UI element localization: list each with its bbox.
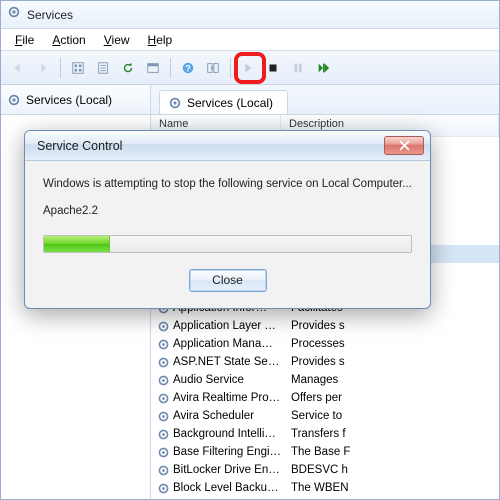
back-button[interactable] — [7, 57, 29, 79]
titlebar: Services — [1, 1, 499, 29]
menu-help[interactable]: Help — [140, 31, 181, 49]
service-desc: Transfers f — [283, 428, 499, 440]
app-icon — [7, 5, 21, 24]
close-button-label: Close — [212, 273, 243, 287]
stop-button-highlight — [234, 52, 266, 84]
service-name: Base Filtering Engi… — [171, 446, 283, 458]
table-row[interactable]: ASP.NET State Ser…Provides s — [151, 353, 499, 371]
tree-root-label: Services (Local) — [26, 93, 112, 107]
table-row[interactable]: Background Intelli…Transfers f — [151, 425, 499, 443]
gear-icon — [155, 410, 171, 423]
menu-action[interactable]: Action — [44, 31, 93, 49]
service-name: BitLocker Drive En… — [171, 464, 283, 476]
dialog-service-name: Apache2.2 — [43, 205, 412, 217]
service-name: ASP.NET State Ser… — [171, 356, 283, 368]
gear-icon — [155, 464, 171, 477]
service-desc: The WBEN — [283, 482, 499, 494]
service-name: Block Level Backu… — [171, 482, 283, 494]
pause-service-button[interactable] — [287, 57, 309, 79]
progress-bar — [43, 235, 412, 253]
tree-root[interactable]: Services (Local) — [1, 85, 151, 114]
gear-icon — [155, 338, 171, 351]
table-row[interactable]: Base Filtering Engi…The Base F — [151, 443, 499, 461]
menu-view[interactable]: View — [96, 31, 138, 49]
table-row[interactable]: Avira SchedulerService to — [151, 407, 499, 425]
gear-icon — [155, 356, 171, 369]
progress-fill — [44, 236, 110, 252]
show-hide-button[interactable] — [202, 57, 224, 79]
service-name: Audio Service — [171, 374, 283, 386]
tab-label: Services (Local) — [187, 96, 273, 110]
service-name: Application Layer … — [171, 320, 283, 332]
gear-icon — [155, 446, 171, 459]
menubar: File Action View Help — [1, 29, 499, 51]
tab-services-local[interactable]: Services (Local) — [159, 90, 288, 114]
menu-file[interactable]: File — [7, 31, 42, 49]
dialog-title: Service Control — [37, 139, 122, 153]
table-row[interactable]: BitLocker Drive En…BDESVC h — [151, 461, 499, 479]
dialog-close-button[interactable] — [384, 136, 424, 155]
table-row[interactable]: Application Mana…Processes — [151, 335, 499, 353]
help-button[interactable]: ? — [177, 57, 199, 79]
service-desc: Service to — [283, 410, 499, 422]
gear-icon — [155, 482, 171, 495]
export-button[interactable] — [92, 57, 114, 79]
service-desc: Provides s — [283, 320, 499, 332]
close-button[interactable]: Close — [189, 269, 267, 292]
tab-area: Services (Local) — [151, 85, 499, 114]
close-icon — [399, 140, 410, 151]
separator — [230, 58, 231, 78]
service-control-dialog: Service Control Windows is attempting to… — [24, 130, 431, 309]
gear-icon — [155, 392, 171, 405]
forward-button[interactable] — [32, 57, 54, 79]
gear-icon — [155, 428, 171, 441]
refresh-button[interactable] — [117, 57, 139, 79]
table-row[interactable]: Block Level Backu…The WBEN — [151, 479, 499, 497]
service-desc: Manages — [283, 374, 499, 386]
restart-service-button[interactable] — [312, 57, 334, 79]
tab-row: Services (Local) Services (Local) — [1, 85, 499, 115]
table-row[interactable]: Application Layer …Provides s — [151, 317, 499, 335]
service-desc: Offers per — [283, 392, 499, 404]
svg-text:?: ? — [185, 63, 190, 73]
table-row[interactable]: Audio ServiceManages — [151, 371, 499, 389]
service-name: Application Mana… — [171, 338, 283, 350]
table-row[interactable]: Avira Realtime Pro…Offers per — [151, 389, 499, 407]
dialog-titlebar: Service Control — [25, 131, 430, 161]
separator — [60, 58, 61, 78]
gear-icon — [155, 374, 171, 387]
service-desc: Processes — [283, 338, 499, 350]
service-name: Avira Scheduler — [171, 410, 283, 422]
service-desc: Provides s — [283, 356, 499, 368]
separator — [170, 58, 171, 78]
prop-sheet-button[interactable] — [142, 57, 164, 79]
service-desc: The Base F — [283, 446, 499, 458]
dialog-message: Windows is attempting to stop the follow… — [43, 177, 412, 193]
properties-button[interactable] — [67, 57, 89, 79]
window-title: Services — [27, 8, 73, 22]
service-name: Background Intelli… — [171, 428, 283, 440]
service-name: Avira Realtime Pro… — [171, 392, 283, 404]
service-desc: BDESVC h — [283, 464, 499, 476]
gear-icon — [155, 320, 171, 333]
